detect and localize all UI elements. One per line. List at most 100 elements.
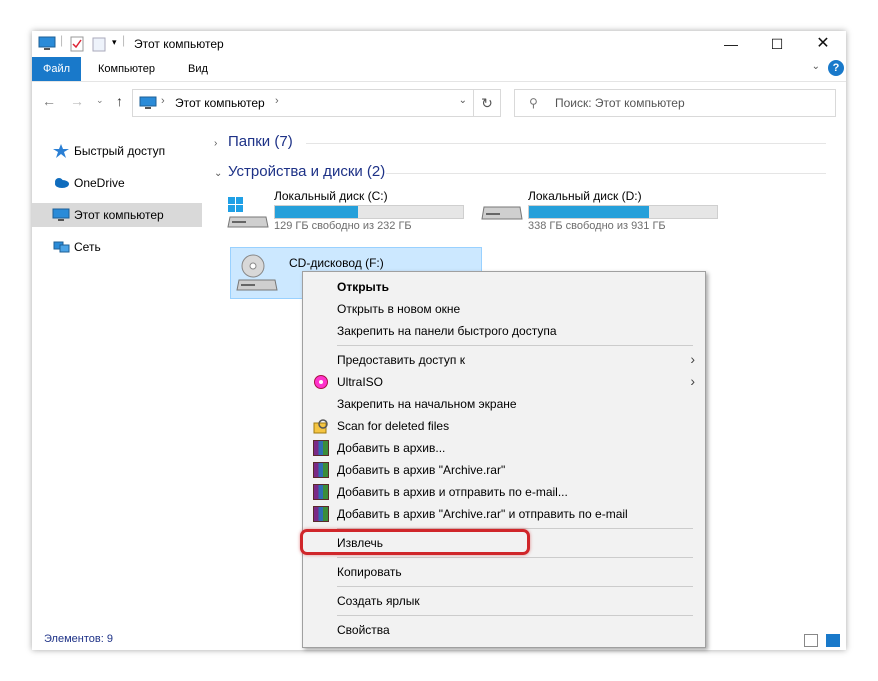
new-folder-qa-icon[interactable] bbox=[92, 36, 106, 52]
menu-separator bbox=[337, 586, 693, 587]
expand-ribbon-icon[interactable]: ⌄ bbox=[812, 61, 820, 72]
title-bar: | ▾ | Этот компьютер — ☐ ✕ bbox=[32, 31, 846, 57]
drive-free-space: 129 ГБ свободно из 232 ГБ bbox=[274, 220, 412, 232]
group-header-devices[interactable]: ⌄ Устройства и диски (2) bbox=[214, 163, 834, 180]
nav-label: Быстрый доступ bbox=[74, 144, 166, 158]
menu-item-label: Закрепить на панели быстрого доступа bbox=[337, 324, 557, 338]
cloud-icon bbox=[52, 176, 70, 190]
hard-drive-icon bbox=[480, 205, 524, 228]
menu-item-add-archive-rar-email[interactable]: Добавить в архив "Archive.rar" и отправи… bbox=[303, 503, 705, 525]
drive-name: Локальный диск (D:) bbox=[528, 189, 642, 203]
minimize-button[interactable]: — bbox=[708, 31, 754, 57]
search-icon: ⚲ bbox=[529, 96, 538, 110]
chevron-right-icon: › bbox=[214, 138, 218, 149]
menu-separator bbox=[337, 615, 693, 616]
drive-c[interactable]: Локальный диск (C:) 129 ГБ свободно из 2… bbox=[226, 189, 476, 241]
nav-item-quick-access[interactable]: Быстрый доступ bbox=[32, 139, 202, 163]
chevron-down-icon: ⌄ bbox=[214, 168, 223, 179]
drive-free-space: 338 ГБ свободно из 931 ГБ bbox=[528, 220, 666, 232]
nav-item-this-pc[interactable]: Этот компьютер bbox=[32, 203, 202, 227]
back-button[interactable]: ← bbox=[42, 93, 56, 109]
cd-drive-icon bbox=[235, 254, 279, 297]
breadcrumb-location[interactable]: Этот компьютер bbox=[175, 96, 265, 110]
menu-item-label: Закрепить на начальном экране bbox=[337, 397, 517, 411]
menu-item-label: Добавить в архив... bbox=[337, 441, 446, 455]
drive-usage-bar bbox=[274, 205, 464, 219]
tab-file[interactable]: Файл bbox=[32, 57, 82, 81]
drive-usage-bar bbox=[528, 205, 718, 219]
winrar-icon bbox=[313, 484, 329, 500]
menu-item-pin-quick-access[interactable]: Закрепить на панели быстрого доступа bbox=[303, 320, 705, 342]
drive-d[interactable]: Локальный диск (D:) 338 ГБ свободно из 9… bbox=[480, 189, 730, 241]
computer-icon bbox=[139, 96, 157, 113]
eject-highlight-frame bbox=[300, 529, 530, 555]
forward-button[interactable]: → bbox=[70, 93, 84, 109]
menu-item-label: Создать ярлык bbox=[337, 594, 420, 608]
menu-item-open-new-window[interactable]: Открыть в новом окне bbox=[303, 298, 705, 320]
help-icon[interactable]: ? bbox=[828, 60, 844, 76]
computer-icon bbox=[52, 208, 70, 222]
menu-item-copy[interactable]: Копировать bbox=[303, 561, 705, 583]
chevron-right-icon: › bbox=[690, 351, 695, 367]
address-dropdown-icon[interactable]: ⌄ bbox=[459, 95, 467, 106]
recent-locations-button[interactable]: ⌄ bbox=[96, 95, 104, 106]
tab-computer[interactable]: Компьютер bbox=[98, 57, 155, 81]
windows-drive-icon bbox=[226, 197, 270, 234]
menu-separator bbox=[337, 345, 693, 346]
menu-item-add-archive-rar[interactable]: Добавить в архив "Archive.rar" bbox=[303, 459, 705, 481]
search-placeholder: Поиск: Этот компьютер bbox=[555, 96, 685, 110]
breadcrumb-chevron-icon[interactable]: › bbox=[275, 95, 279, 107]
menu-item-open[interactable]: Открыть bbox=[303, 276, 705, 298]
menu-item-pin-start[interactable]: Закрепить на начальном экране bbox=[303, 393, 705, 415]
nav-item-network[interactable]: Сеть bbox=[32, 235, 202, 259]
search-input[interactable]: ⚲ Поиск: Этот компьютер bbox=[514, 89, 836, 117]
menu-item-scan-deleted[interactable]: Scan for deleted files bbox=[303, 415, 705, 437]
nav-item-onedrive[interactable]: OneDrive bbox=[32, 171, 202, 195]
winrar-icon bbox=[313, 440, 329, 456]
winrar-icon bbox=[313, 506, 329, 522]
group-label: Устройства и диски (2) bbox=[228, 163, 386, 180]
nav-label: Сеть bbox=[74, 240, 101, 254]
menu-item-properties[interactable]: Свойства bbox=[303, 619, 705, 641]
large-icons-view-button[interactable] bbox=[826, 634, 840, 647]
star-icon bbox=[52, 144, 70, 158]
context-menu: Открыть Открыть в новом окне Закрепить н… bbox=[302, 271, 706, 648]
ribbon: Файл Компьютер Вид ⌄ ? bbox=[32, 57, 846, 82]
menu-item-label: Добавить в архив "Archive.rar" bbox=[337, 463, 506, 477]
tab-view[interactable]: Вид bbox=[188, 57, 208, 81]
address-bar[interactable]: › Этот компьютер › ⌄ bbox=[132, 89, 474, 117]
menu-item-label: Открыть bbox=[337, 280, 390, 294]
menu-item-label: Копировать bbox=[337, 565, 402, 579]
maximize-button[interactable]: ☐ bbox=[754, 31, 800, 57]
up-button[interactable]: ↑ bbox=[116, 93, 123, 109]
ultraiso-icon bbox=[313, 374, 329, 390]
scan-icon bbox=[313, 418, 329, 434]
properties-qa-icon[interactable] bbox=[70, 36, 84, 52]
menu-item-add-archive-email[interactable]: Добавить в архив и отправить по e-mail..… bbox=[303, 481, 705, 503]
group-header-folders[interactable]: › Папки (7) bbox=[214, 133, 834, 150]
menu-item-label: Открыть в новом окне bbox=[337, 302, 461, 316]
menu-item-add-archive[interactable]: Добавить в архив... bbox=[303, 437, 705, 459]
group-label: Папки (7) bbox=[228, 133, 293, 150]
menu-item-label: Scan for deleted files bbox=[337, 419, 450, 433]
items-count: Элементов: 9 bbox=[44, 633, 113, 645]
network-icon bbox=[52, 240, 70, 254]
drive-name: CD-дисковод (F:) bbox=[289, 256, 384, 270]
menu-item-label: UltraISO bbox=[337, 375, 384, 389]
menu-item-label: Добавить в архив и отправить по e-mail..… bbox=[337, 485, 568, 499]
computer-icon bbox=[38, 36, 56, 52]
refresh-button[interactable]: ↻ bbox=[474, 89, 501, 117]
menu-item-create-shortcut[interactable]: Создать ярлык bbox=[303, 590, 705, 612]
address-row: ← → ⌄ ↑ › Этот компьютер › ⌄ ↻ ⚲ Поиск: … bbox=[32, 85, 846, 119]
close-button[interactable]: ✕ bbox=[800, 31, 846, 57]
menu-separator bbox=[337, 557, 693, 558]
details-view-button[interactable] bbox=[804, 634, 818, 647]
menu-item-ultraiso[interactable]: UltraISO › bbox=[303, 371, 705, 393]
customize-qa-icon[interactable]: ▾ bbox=[112, 37, 117, 53]
nav-label: OneDrive bbox=[74, 176, 125, 190]
navigation-pane: Быстрый доступ OneDrive Этот компьютер С… bbox=[32, 131, 204, 611]
breadcrumb-chevron-icon[interactable]: › bbox=[161, 95, 165, 107]
drive-name: Локальный диск (C:) bbox=[274, 189, 388, 203]
nav-label: Этот компьютер bbox=[74, 208, 164, 222]
menu-item-give-access[interactable]: Предоставить доступ к › bbox=[303, 349, 705, 371]
